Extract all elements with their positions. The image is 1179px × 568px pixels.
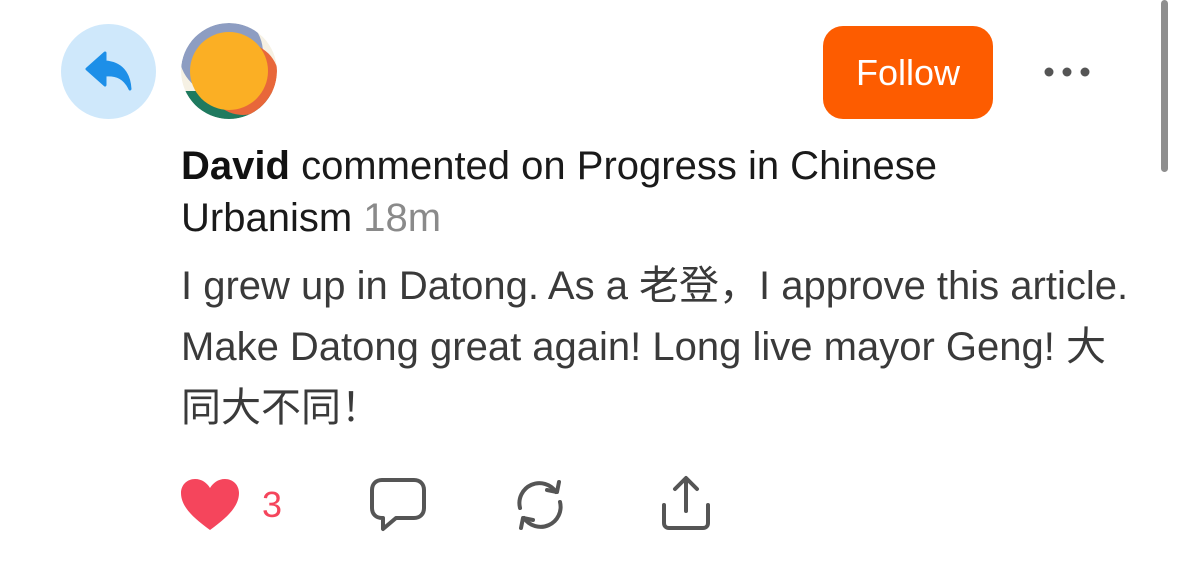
scrollbar[interactable] <box>1161 0 1168 172</box>
comment-button[interactable] <box>368 474 428 536</box>
like-count: 3 <box>262 484 283 525</box>
notification-header: David commented on Progress in Chinese U… <box>181 140 1111 244</box>
share-button[interactable] <box>656 472 716 534</box>
follow-button[interactable]: Follow <box>823 26 993 119</box>
reply-arrow-icon <box>85 51 131 90</box>
reply-badge[interactable] <box>61 24 156 119</box>
timestamp: 18m <box>363 196 442 240</box>
more-options-button[interactable] <box>1036 52 1100 92</box>
like-button[interactable]: 3 <box>180 476 282 534</box>
notification-card: Follow David commented on Progress in Ch… <box>0 0 1179 568</box>
repost-button[interactable] <box>510 474 570 536</box>
action-text[interactable]: commented on Progress in Chinese Urbanis… <box>181 144 937 240</box>
comment-text[interactable]: I grew up in Datong. As a 老登，I approve t… <box>181 256 1141 439</box>
ellipsis-icon <box>1044 67 1090 77</box>
share-icon <box>662 476 710 530</box>
avatar[interactable] <box>181 23 277 119</box>
comment-bubble-icon <box>370 478 426 531</box>
author-name[interactable]: David <box>181 144 290 188</box>
avatar-image <box>181 23 277 119</box>
heart-icon <box>181 479 239 530</box>
repost-icon <box>517 480 563 530</box>
